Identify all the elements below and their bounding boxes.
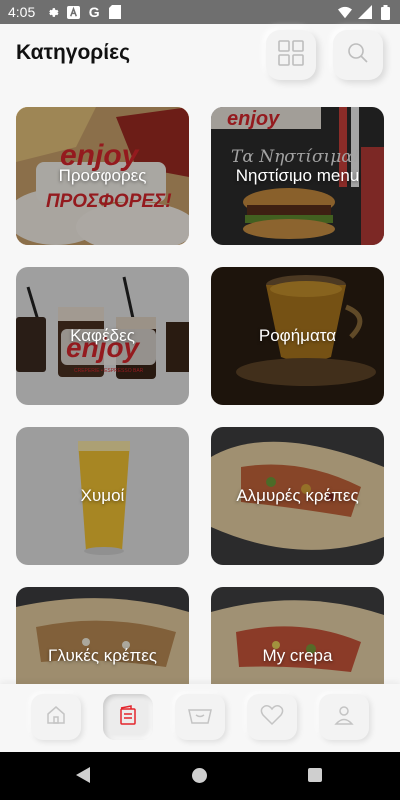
status-bar: 4:05 G	[0, 0, 400, 24]
page-title: Κατηγορίες	[16, 41, 131, 64]
heart-icon	[260, 704, 284, 731]
back-icon[interactable]	[76, 767, 90, 783]
category-card-coffees[interactable]: enjoy CREPERIE • ESPRESSO BAR Καφέδες	[16, 267, 189, 405]
category-card-offers[interactable]: enjoy ΠΡΟΣΦΟΡΕΣ! Προσφορες	[16, 107, 189, 245]
google-icon: G	[88, 4, 100, 20]
wifi-icon	[338, 5, 352, 19]
nav-home-button[interactable]	[31, 694, 81, 740]
category-card-sweet-crepes[interactable]: Γλυκές κρέπες	[16, 587, 189, 684]
category-card-hot-drinks[interactable]: Ροφήματα	[211, 267, 384, 405]
category-card-juices[interactable]: Χυμοί	[16, 427, 189, 565]
category-card-lenten-menu[interactable]: enjoy Τα Νηστίσιμα! Νηστίσιμο menu	[211, 107, 384, 245]
header: Κατηγορίες	[0, 24, 400, 90]
category-label: Αλμυρές κρέπες	[236, 486, 359, 505]
nav-basket-button[interactable]	[175, 694, 225, 740]
a-letter-icon	[66, 5, 80, 19]
category-label: Καφέδες	[70, 326, 135, 345]
category-card-my-crepa[interactable]: My crepa	[211, 587, 384, 684]
nav-profile-button[interactable]	[319, 694, 369, 740]
nav-categories-button[interactable]	[103, 694, 153, 740]
category-label: Προσφορες	[58, 166, 147, 185]
home-icon	[44, 703, 68, 732]
status-time: 4:05	[8, 4, 36, 20]
search-icon	[346, 41, 370, 70]
category-label: Γλυκές κρέπες	[48, 646, 157, 665]
category-label: Ροφήματα	[258, 326, 337, 345]
category-grid: enjoy ΠΡΟΣΦΟΡΕΣ! Προσφορες enjoy Τα Νηστ…	[0, 90, 400, 684]
home-circle-icon[interactable]	[192, 768, 207, 783]
bottom-nav	[0, 684, 400, 752]
signal-icon	[358, 5, 372, 19]
nav-favorites-button[interactable]	[247, 694, 297, 740]
system-nav-bar	[0, 752, 400, 800]
category-card-savory-crepes[interactable]: Αλμυρές κρέπες	[211, 427, 384, 565]
user-icon	[332, 703, 356, 732]
menu-icon	[116, 703, 140, 732]
recents-icon[interactable]	[308, 768, 322, 782]
category-label: Νηστίσιμο menu	[235, 166, 360, 185]
grid-view-button[interactable]	[266, 30, 316, 80]
grid-icon	[277, 39, 305, 72]
gear-icon	[45, 5, 59, 19]
app-screen: 4:05 G Κατηγορίες enjoy ΠΡΟΣΦΟΡΕΣ! Προσφ…	[0, 0, 400, 800]
basket-icon	[187, 703, 213, 732]
category-label: My crepa	[262, 646, 333, 665]
battery-icon	[378, 4, 392, 20]
category-label: Χυμοί	[80, 486, 125, 505]
sd-card-icon	[108, 5, 122, 19]
search-button[interactable]	[333, 30, 383, 80]
